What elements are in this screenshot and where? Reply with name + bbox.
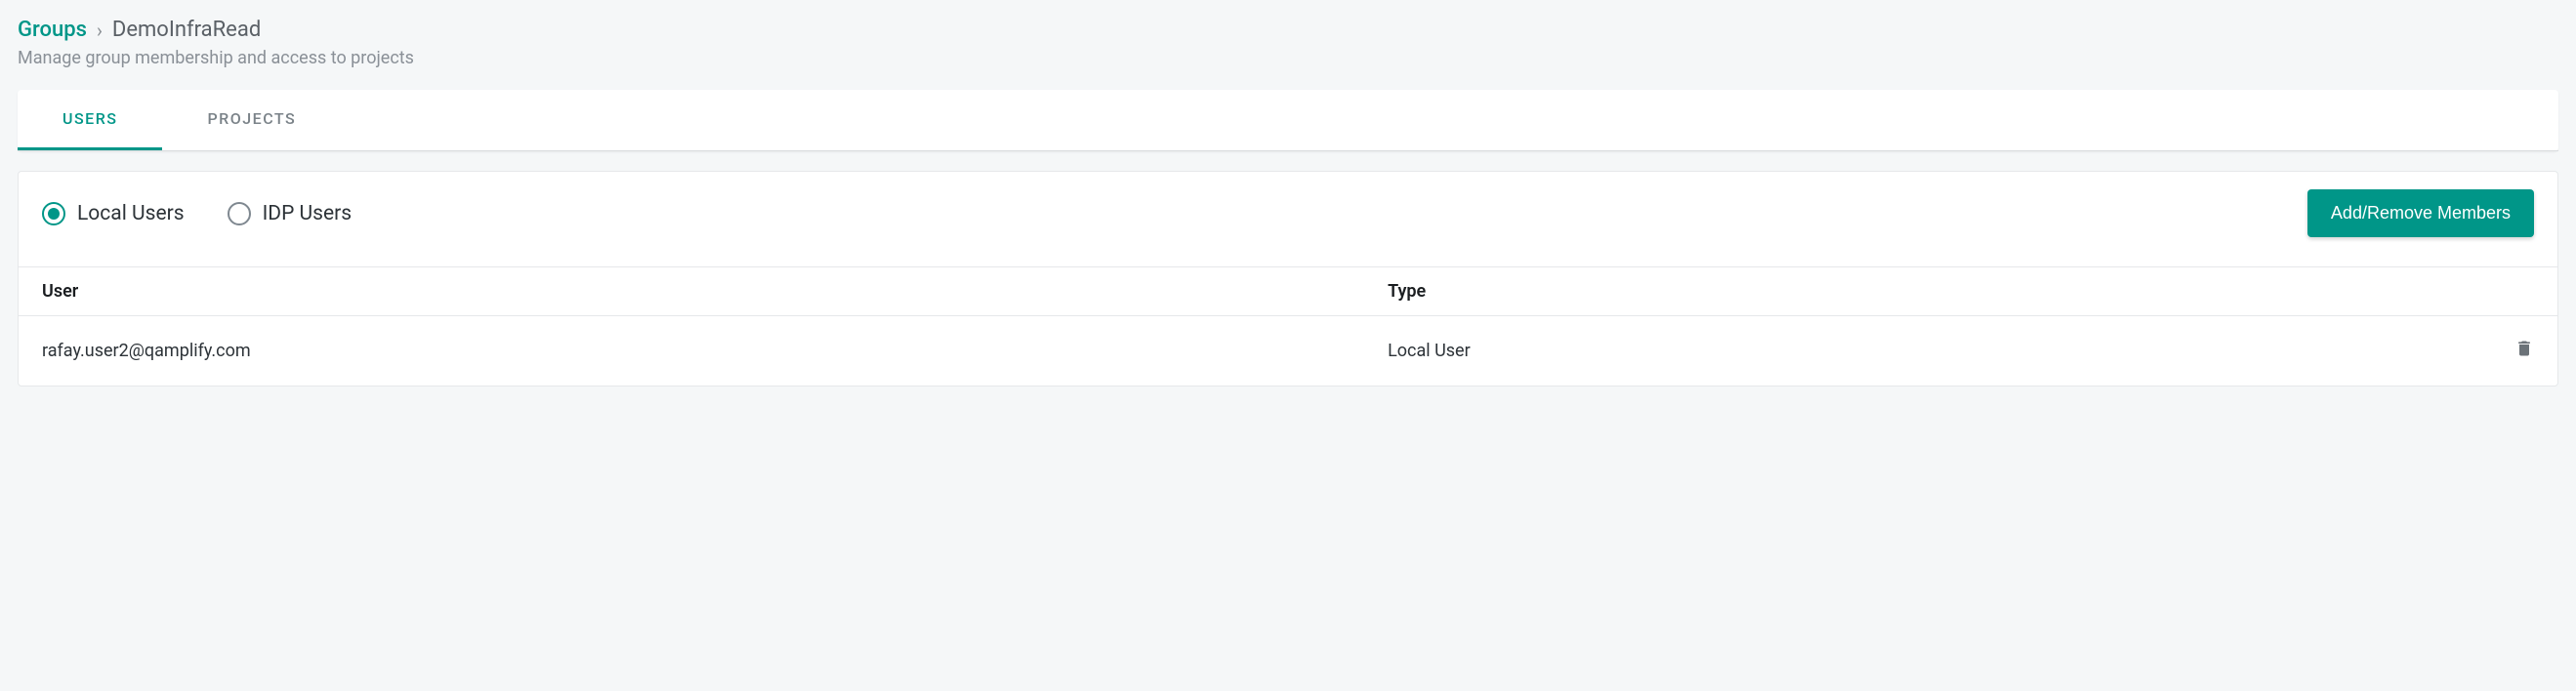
tabs: USERS PROJECTS xyxy=(18,90,2558,151)
breadcrumb-separator: › xyxy=(97,19,103,42)
cell-type: Local User xyxy=(1388,341,2495,361)
trash-icon[interactable] xyxy=(2514,344,2534,364)
column-header-actions xyxy=(2495,281,2534,302)
user-type-radio-group: Local Users IDP Users xyxy=(42,202,352,225)
breadcrumb-current: DemoInfraRead xyxy=(112,18,261,42)
radio-unselected-icon xyxy=(228,202,251,225)
radio-local-users[interactable]: Local Users xyxy=(42,202,185,225)
breadcrumb-groups-link[interactable]: Groups xyxy=(18,18,87,42)
tab-users[interactable]: USERS xyxy=(18,90,162,150)
breadcrumb: Groups › DemoInfraRead xyxy=(18,18,2558,42)
content-header: Local Users IDP Users Add/Remove Members xyxy=(19,172,2557,266)
radio-local-label: Local Users xyxy=(77,202,185,225)
radio-idp-users[interactable]: IDP Users xyxy=(228,202,353,225)
radio-selected-icon xyxy=(42,202,65,225)
page-subtitle: Manage group membership and access to pr… xyxy=(18,48,2558,68)
cell-user: rafay.user2@qamplify.com xyxy=(42,341,1388,361)
column-header-type: Type xyxy=(1388,281,2495,302)
content-card: Local Users IDP Users Add/Remove Members… xyxy=(18,171,2558,386)
radio-idp-label: IDP Users xyxy=(263,202,353,225)
table-row: rafay.user2@qamplify.com Local User xyxy=(19,316,2557,386)
members-table: User Type rafay.user2@qamplify.com Local… xyxy=(19,266,2557,386)
table-header: User Type xyxy=(19,266,2557,316)
add-remove-members-button[interactable]: Add/Remove Members xyxy=(2307,189,2534,237)
tabs-card: USERS PROJECTS xyxy=(18,90,2558,151)
tab-projects[interactable]: PROJECTS xyxy=(162,90,341,150)
column-header-user: User xyxy=(42,281,1388,302)
